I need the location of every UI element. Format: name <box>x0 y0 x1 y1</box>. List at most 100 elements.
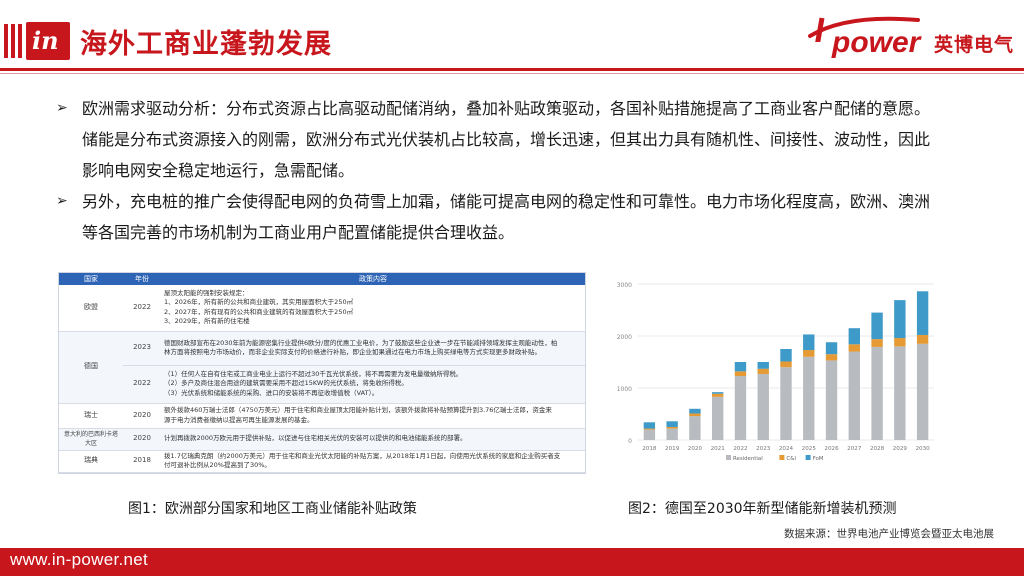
year-cell: 2022 <box>123 365 161 404</box>
year-cell: 2020 <box>123 428 161 451</box>
table-row: 瑞士 2020 额外拨款460万瑞士法郎（4750万美元）用于住宅和商业屋顶太阳… <box>59 403 585 429</box>
bullet-item: ➢ 另外，充电桩的推广会使得配电网的负荷雪上加霜，储能可提高电网的稳定性和可靠性… <box>56 186 1016 248</box>
x-tick-label: 2026 <box>824 446 839 452</box>
content-line: （3）光伏系统和储能系统的采购、进口的安装将不再征收增值税（VAT）。 <box>164 388 379 397</box>
logo-mark-text: in <box>32 26 59 55</box>
content-cell: 拨1.7亿瑞典克朗（约2000万美元）用于住宅和商业光伏太阳能的补贴方案，从20… <box>161 450 585 473</box>
year-cell: 2020 <box>123 403 161 429</box>
bar-segment-residential <box>643 429 656 440</box>
column-header: 年份 <box>123 273 161 285</box>
bar-segment-residential <box>666 428 678 440</box>
figure-1-caption: 图1：欧洲部分国家和地区工商业储能补贴政策 <box>128 501 417 517</box>
bar-segment-fom <box>871 312 883 340</box>
year-cell: 2023 <box>123 331 161 366</box>
bar-segment-fom <box>643 422 656 429</box>
bar-segment-fom <box>916 291 929 335</box>
policy-table: 国家 年份 政策内容 欧盟 2022 屋顶太阳能的强制安装规定： 1、2026年… <box>59 273 585 473</box>
bar-segment-ci <box>871 339 883 347</box>
bar-segment-residential <box>894 346 906 440</box>
content-line: 额外拨款460万瑞士法郎（4750万美元）用于住宅和商业屋顶太阳能补贴计划，该额… <box>164 406 552 414</box>
x-tick-label: 2024 <box>779 446 794 452</box>
x-tick-label: 2019 <box>665 446 680 452</box>
table-row: 2022 （1）任何人在自有住宅或工商业电业上运行不超过30千瓦光伏系统，将不再… <box>59 365 585 404</box>
legend-label: FoM <box>813 456 824 462</box>
bullet-line: 等各国完善的市场机制为工商业用户配置储能提供合理收益。 <box>82 223 515 242</box>
content-cell: 额外拨款460万瑞士法郎（4750万美元）用于住宅和商业屋顶太阳能补贴计划，该额… <box>161 403 585 429</box>
bar-segment-ci <box>689 413 701 417</box>
content-cell: 计划再拨款2000万欧元用于提供补贴，以促进与住宅相关光伏的安装可以提供的和电池… <box>161 428 585 451</box>
x-tick-label: 2028 <box>870 446 885 452</box>
bullet-list: ➢ 欧洲需求驱动分析：分布式资源占比高驱动配储消纳，叠加补贴政策驱动，各国补贴措… <box>56 93 1016 248</box>
bar-segment-fom <box>780 349 792 362</box>
logo-mark: in <box>26 22 70 60</box>
table-row: 意大利的巴西利卡塔大区 2020 计划再拨款2000万欧元用于提供补贴，以促进与… <box>59 428 585 451</box>
bar-segment-residential <box>757 373 769 440</box>
year-cell: 2018 <box>123 450 161 473</box>
table-row: 瑞典 2018 拨1.7亿瑞典克朗（约2000万美元）用于住宅和商业光伏太阳能的… <box>59 450 585 473</box>
brand-logo: power 英博电气 <box>806 12 1016 62</box>
bar-segment-residential <box>848 351 860 440</box>
bar-segment-ci <box>643 428 656 430</box>
content-line: （1）任何人在自有住宅或工商业电业上运行不超过30千瓦光伏系统，将不再需要为发电… <box>164 369 463 378</box>
y-tick-label: 2000 <box>617 334 632 341</box>
footer-bar: www.in-power.net <box>0 548 1024 576</box>
bullet-line: 另外，充电桩的推广会使得配电网的负荷雪上加霜，储能可提高电网的稳定性和可靠性。电… <box>82 192 931 211</box>
x-tick-label: 2020 <box>688 446 703 452</box>
legend-label: Residential <box>733 456 763 462</box>
x-tick-label: 2022 <box>733 446 747 452</box>
figure-2-caption: 图2：德国至2030年新型储能新增装机预测 <box>628 501 897 517</box>
header-divider-thin <box>0 73 1024 74</box>
country-cell: 德国 <box>59 331 123 404</box>
content-line: 计划再拨款2000万欧元用于提供补贴，以促进与住宅相关光伏的安装可以提供的和电池… <box>164 434 467 443</box>
content-line: 源于电力消费者缴纳以提高可再生能源发展的基金。 <box>164 415 314 424</box>
y-tick-label: 1000 <box>617 386 632 393</box>
bar-segment-ci <box>825 354 838 361</box>
x-tick-label: 2025 <box>802 446 817 452</box>
content-line: 付可退补比例从20%提高到了30%。 <box>164 461 271 469</box>
table-row: 欧盟 2022 屋顶太阳能的强制安装规定： 1、2026年，所有新的公共和商业建… <box>59 285 585 332</box>
bar-segment-fom <box>689 408 701 414</box>
year-cell: 2022 <box>123 285 161 332</box>
content-line: 2、2027年，所有现有的公共和商业建筑的有效屋面积大于250㎡ <box>164 307 354 316</box>
bar-segment-fom <box>803 334 815 351</box>
bar-segment-residential <box>916 343 929 440</box>
legend-swatch <box>805 455 811 460</box>
bullet-arrow-icon: ➢ <box>56 193 68 209</box>
x-tick-label: 2027 <box>847 446 862 452</box>
content-cell: （1）任何人在自有住宅或工商业电业上运行不超过30千瓦光伏系统，将不再需要为发电… <box>161 365 585 404</box>
website-link[interactable]: www.in-power.net <box>10 550 148 570</box>
bar-segment-ci <box>894 338 906 347</box>
bullet-line: 储能是分布式资源接入的刚需，欧洲分布式光伏装机占比较高，增长迅速，但其出力具有随… <box>82 130 931 149</box>
bar-segment-residential <box>825 360 838 440</box>
country-cell: 欧盟 <box>59 285 123 332</box>
content-cell: 德国财政部宣布在2030年前为能源密集行业提供6欧分/度的优惠工业电价，为了鼓励… <box>161 331 585 366</box>
column-header: 国家 <box>59 273 123 285</box>
x-tick-label: 2029 <box>893 446 908 452</box>
x-tick-label: 2018 <box>642 446 657 452</box>
country-cell: 瑞士 <box>59 403 123 429</box>
x-tick-label: 2023 <box>756 446 771 452</box>
table-row: 德国 2023 德国财政部宣布在2030年前为能源密集行业提供6欧分/度的优惠工… <box>59 331 585 404</box>
content-line: 3、2029年，所有新的住宅楼 <box>164 317 250 326</box>
table-header-row: 国家 年份 政策内容 <box>59 273 585 285</box>
bar-segment-fom <box>757 362 769 369</box>
y-tick-label: 0 <box>628 438 632 445</box>
legend-swatch <box>779 455 785 460</box>
bar-segment-ci <box>916 334 929 344</box>
brand-name-cn: 英博电气 <box>934 34 1015 56</box>
bar-segment-ci <box>734 371 747 377</box>
bar-segment-ci <box>803 350 815 357</box>
data-source-note: 数据来源：世界电池产业博览会暨亚太电池展 <box>784 528 994 540</box>
bar-segment-residential <box>803 356 815 440</box>
content-line: （2）多户及商住混合用途的建筑需要采用不超过15KW的光伏系统，将免收所得税。 <box>164 379 408 388</box>
bar-segment-fom <box>712 392 724 394</box>
content-line: 拨1.7亿瑞典克朗（约2000万美元）用于住宅和商业光伏太阳能的补贴方案，从20… <box>164 451 561 460</box>
x-tick-label: 2021 <box>711 446 726 452</box>
bar-segment-fom <box>894 300 906 339</box>
bar-segment-ci <box>666 427 678 429</box>
bar-segment-ci <box>757 368 769 374</box>
bullet-line: 影响电网安全稳定地运行，急需配储。 <box>82 161 355 180</box>
bullet-item: ➢ 欧洲需求驱动分析：分布式资源占比高驱动配储消纳，叠加补贴政策驱动，各国补贴措… <box>56 93 1016 186</box>
header-accent-bars <box>4 24 24 58</box>
bullet-arrow-icon: ➢ <box>56 100 68 116</box>
